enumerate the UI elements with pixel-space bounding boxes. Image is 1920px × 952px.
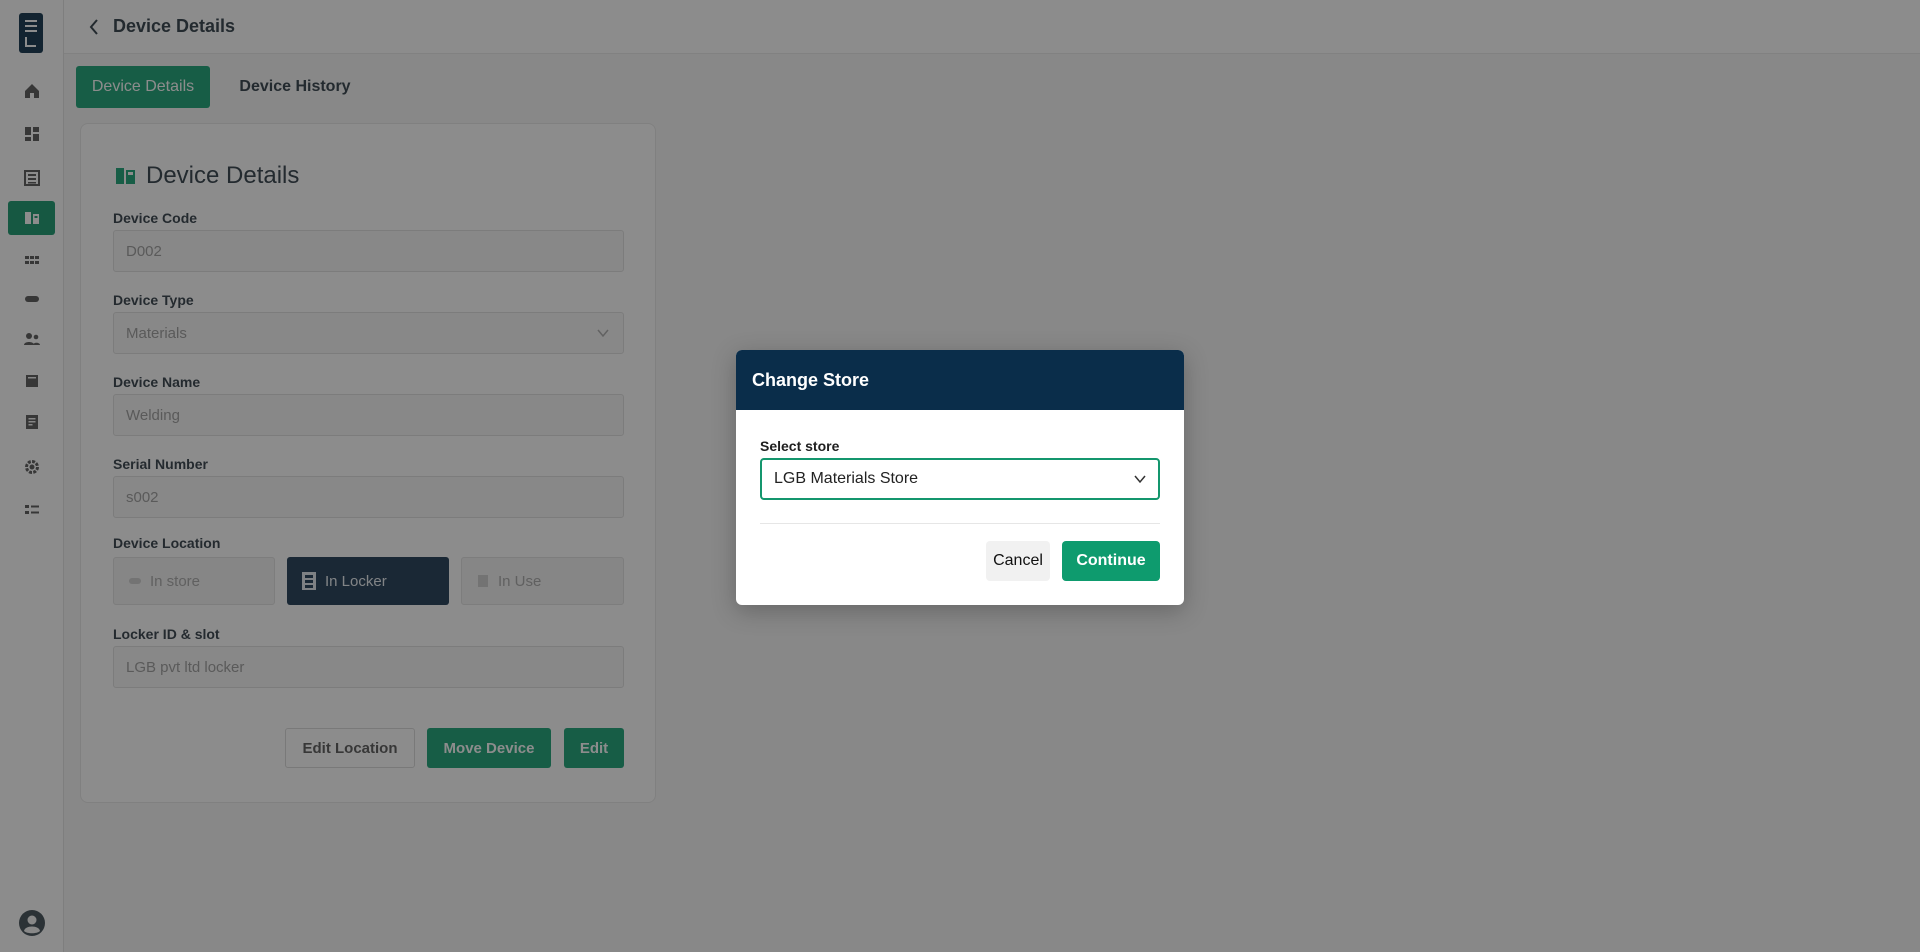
change-store-modal: Change Store Select store LGB Materials … xyxy=(736,350,1184,605)
modal-title: Change Store xyxy=(752,369,870,390)
modal-header: Change Store xyxy=(736,350,1184,410)
chevron-down-icon xyxy=(1134,475,1146,484)
select-store-label: Select store xyxy=(760,438,840,454)
store-select-value: LGB Materials Store xyxy=(774,470,919,487)
modal-divider xyxy=(760,523,1160,524)
cancel-button[interactable]: Cancel xyxy=(986,541,1050,581)
store-select[interactable]: LGB Materials Store xyxy=(760,458,1160,500)
continue-button[interactable]: Continue xyxy=(1062,541,1160,581)
